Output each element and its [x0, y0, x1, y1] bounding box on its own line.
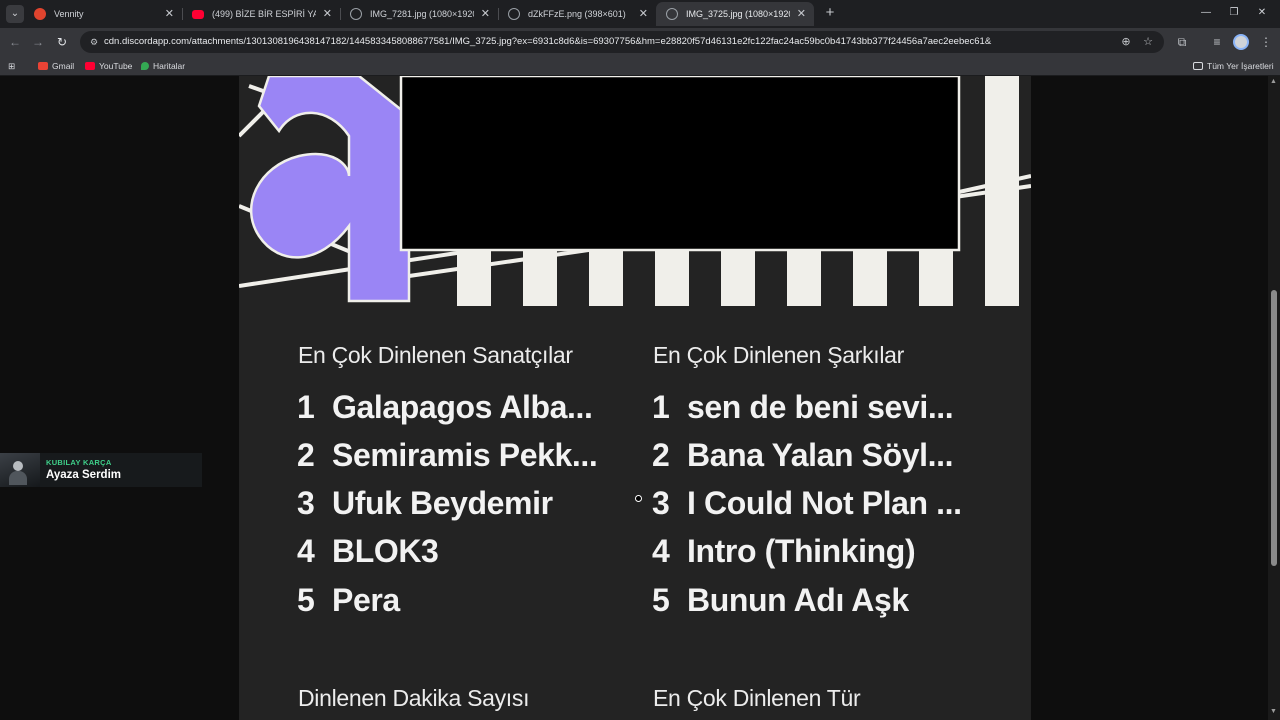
- album-thumbnail: [0, 453, 40, 487]
- close-window-icon[interactable]: ✕: [1252, 4, 1272, 22]
- top-songs-heading: En Çok Dinlenen Şarkılar: [653, 342, 905, 368]
- minimize-icon[interactable]: —: [1196, 4, 1216, 22]
- bookmark-label: YouTube: [99, 61, 133, 71]
- song-name: I Could Not Plan ...: [687, 485, 962, 521]
- tab-title: IMG_3725.jpg (1080×1920): [686, 9, 790, 19]
- song-rank: 3: [652, 485, 670, 521]
- tab-youtube[interactable]: (499) BİZE BİR ESPİRİ YAPAR MI ✕: [182, 2, 340, 26]
- song-rank: 1: [652, 389, 670, 425]
- genre-heading: En Çok Dinlenen Tür: [653, 685, 861, 711]
- forward-icon[interactable]: →: [29, 33, 47, 51]
- tab-title: (499) BİZE BİR ESPİRİ YAPAR MI: [212, 9, 316, 19]
- black-frame: [399, 76, 961, 252]
- restore-icon[interactable]: ❐: [1224, 4, 1244, 22]
- close-tab-icon[interactable]: ✕: [639, 2, 648, 26]
- wrapped-image[interactable]: En Çok Dinlenen Sanatçılar En Çok Dinlen…: [239, 76, 1031, 720]
- mouse-cursor-icon: [635, 495, 642, 502]
- artist-name: Pera: [332, 582, 400, 618]
- apps-grid-icon[interactable]: ⊞: [8, 56, 15, 76]
- close-tab-icon[interactable]: ✕: [165, 2, 174, 26]
- tab-title: Vennity: [54, 9, 84, 19]
- globe-icon: [666, 8, 678, 20]
- artist-rank: 2: [297, 437, 315, 473]
- thumbnail-figure: [13, 461, 23, 471]
- tab-strip: ⌄ Vennity ✕ (499) BİZE BİR ESPİRİ YAPAR …: [0, 0, 1280, 28]
- all-bookmarks[interactable]: Tüm Yer İşaretleri: [1193, 56, 1274, 76]
- thumbnail-figure-body: [9, 471, 27, 485]
- bookmark-gmail[interactable]: Gmail: [38, 56, 74, 76]
- back-icon[interactable]: ←: [6, 33, 24, 51]
- now-playing-overlay[interactable]: KUBILAY KARÇA Ayaza Serdim: [0, 453, 202, 487]
- youtube-icon: [85, 62, 95, 70]
- tab-img-3725[interactable]: IMG_3725.jpg (1080×1920) ✕: [656, 2, 814, 26]
- overlay-artist: KUBILAY KARÇA: [46, 458, 112, 467]
- song-name: Bunun Adı Aşk: [687, 582, 909, 618]
- zoom-icon[interactable]: ⊕: [1118, 34, 1134, 50]
- address-bar[interactable]: ⚙ cdn.discordapp.com/attachments/1301308…: [80, 31, 1164, 53]
- song-rank: 4: [652, 533, 670, 569]
- song-name: sen de beni sevi...: [687, 389, 954, 425]
- vertical-scrollbar[interactable]: ▲ ▼: [1268, 76, 1280, 720]
- close-tab-icon[interactable]: ✕: [481, 2, 490, 26]
- gmail-icon: [38, 62, 48, 70]
- song-rank: 2: [652, 437, 670, 473]
- artist-name: Galapagos Alba...: [332, 389, 593, 425]
- tab-img-7281[interactable]: IMG_7281.jpg (1080×1920) ✕: [340, 2, 498, 26]
- maps-pin-icon: [141, 62, 149, 70]
- artist-rank: 3: [297, 485, 315, 521]
- bookmark-haritalar[interactable]: Haritalar: [141, 56, 185, 76]
- vennity-favicon-icon: [34, 8, 46, 20]
- song-name: Intro (Thinking): [687, 533, 916, 569]
- extensions-icon[interactable]: ⧉: [1173, 33, 1191, 51]
- artist-rank: 1: [297, 389, 315, 425]
- artist-rank: 5: [297, 582, 315, 618]
- purple-glyph-graphic: [249, 76, 411, 303]
- menu-kebab-icon[interactable]: ⋮: [1257, 33, 1275, 51]
- url-text[interactable]: cdn.discordapp.com/attachments/130130819…: [104, 31, 1104, 53]
- song-name: Bana Yalan Söyl...: [687, 437, 954, 473]
- bookmarks-bar: ⊞ Gmail YouTube Haritalar Tüm Yer İşaret…: [0, 56, 1280, 76]
- wrapped-artwork: [239, 76, 1031, 306]
- bookmark-label: Haritalar: [153, 61, 186, 71]
- site-info-icon[interactable]: ⚙: [88, 36, 100, 48]
- tab-title: IMG_7281.jpg (1080×1920): [370, 9, 474, 19]
- new-tab-icon[interactable]: +: [821, 4, 839, 22]
- tab-search-icon[interactable]: ⌄: [6, 5, 24, 23]
- close-tab-icon[interactable]: ✕: [797, 2, 806, 26]
- folder-icon: [1193, 62, 1203, 70]
- scrollbar-thumb[interactable]: [1271, 290, 1277, 566]
- bookmark-label: Gmail: [52, 61, 75, 71]
- globe-icon: [350, 8, 362, 20]
- bookmark-label: Tüm Yer İşaretleri: [1207, 61, 1274, 71]
- tab-dzkffze[interactable]: dZkFFzE.png (398×601) ✕: [498, 2, 656, 26]
- profile-avatar[interactable]: [1233, 34, 1249, 50]
- artist-name: Ufuk Beydemir: [332, 485, 553, 521]
- globe-icon: [508, 8, 520, 20]
- top-artists-heading: En Çok Dinlenen Sanatçılar: [298, 342, 573, 368]
- media-control-icon[interactable]: ≡: [1208, 33, 1226, 51]
- image-viewer: En Çok Dinlenen Sanatçılar En Çok Dinlen…: [0, 76, 1280, 720]
- youtube-favicon-icon: [192, 10, 204, 19]
- tab-title: dZkFFzE.png (398×601): [528, 9, 626, 19]
- song-rank: 5: [652, 582, 670, 618]
- scroll-up-icon[interactable]: ▲: [1270, 78, 1277, 85]
- bookmark-youtube[interactable]: YouTube: [85, 56, 132, 76]
- artist-name: BLOK3: [332, 533, 439, 569]
- artist-name: Semiramis Pekk...: [332, 437, 598, 473]
- browser-toolbar: ← → ↻ ⚙ cdn.discordapp.com/attachments/1…: [0, 28, 1280, 56]
- overlay-song-title: Ayaza Serdim: [46, 469, 121, 481]
- minutes-heading: Dinlenen Dakika Sayısı: [298, 685, 530, 711]
- reload-icon[interactable]: ↻: [53, 33, 71, 51]
- bookmark-star-icon[interactable]: ☆: [1140, 34, 1156, 50]
- scroll-down-icon[interactable]: ▼: [1270, 708, 1277, 715]
- tab-vennity[interactable]: Vennity ✕: [24, 2, 182, 26]
- artist-rank: 4: [297, 533, 315, 569]
- close-tab-icon[interactable]: ✕: [323, 2, 332, 26]
